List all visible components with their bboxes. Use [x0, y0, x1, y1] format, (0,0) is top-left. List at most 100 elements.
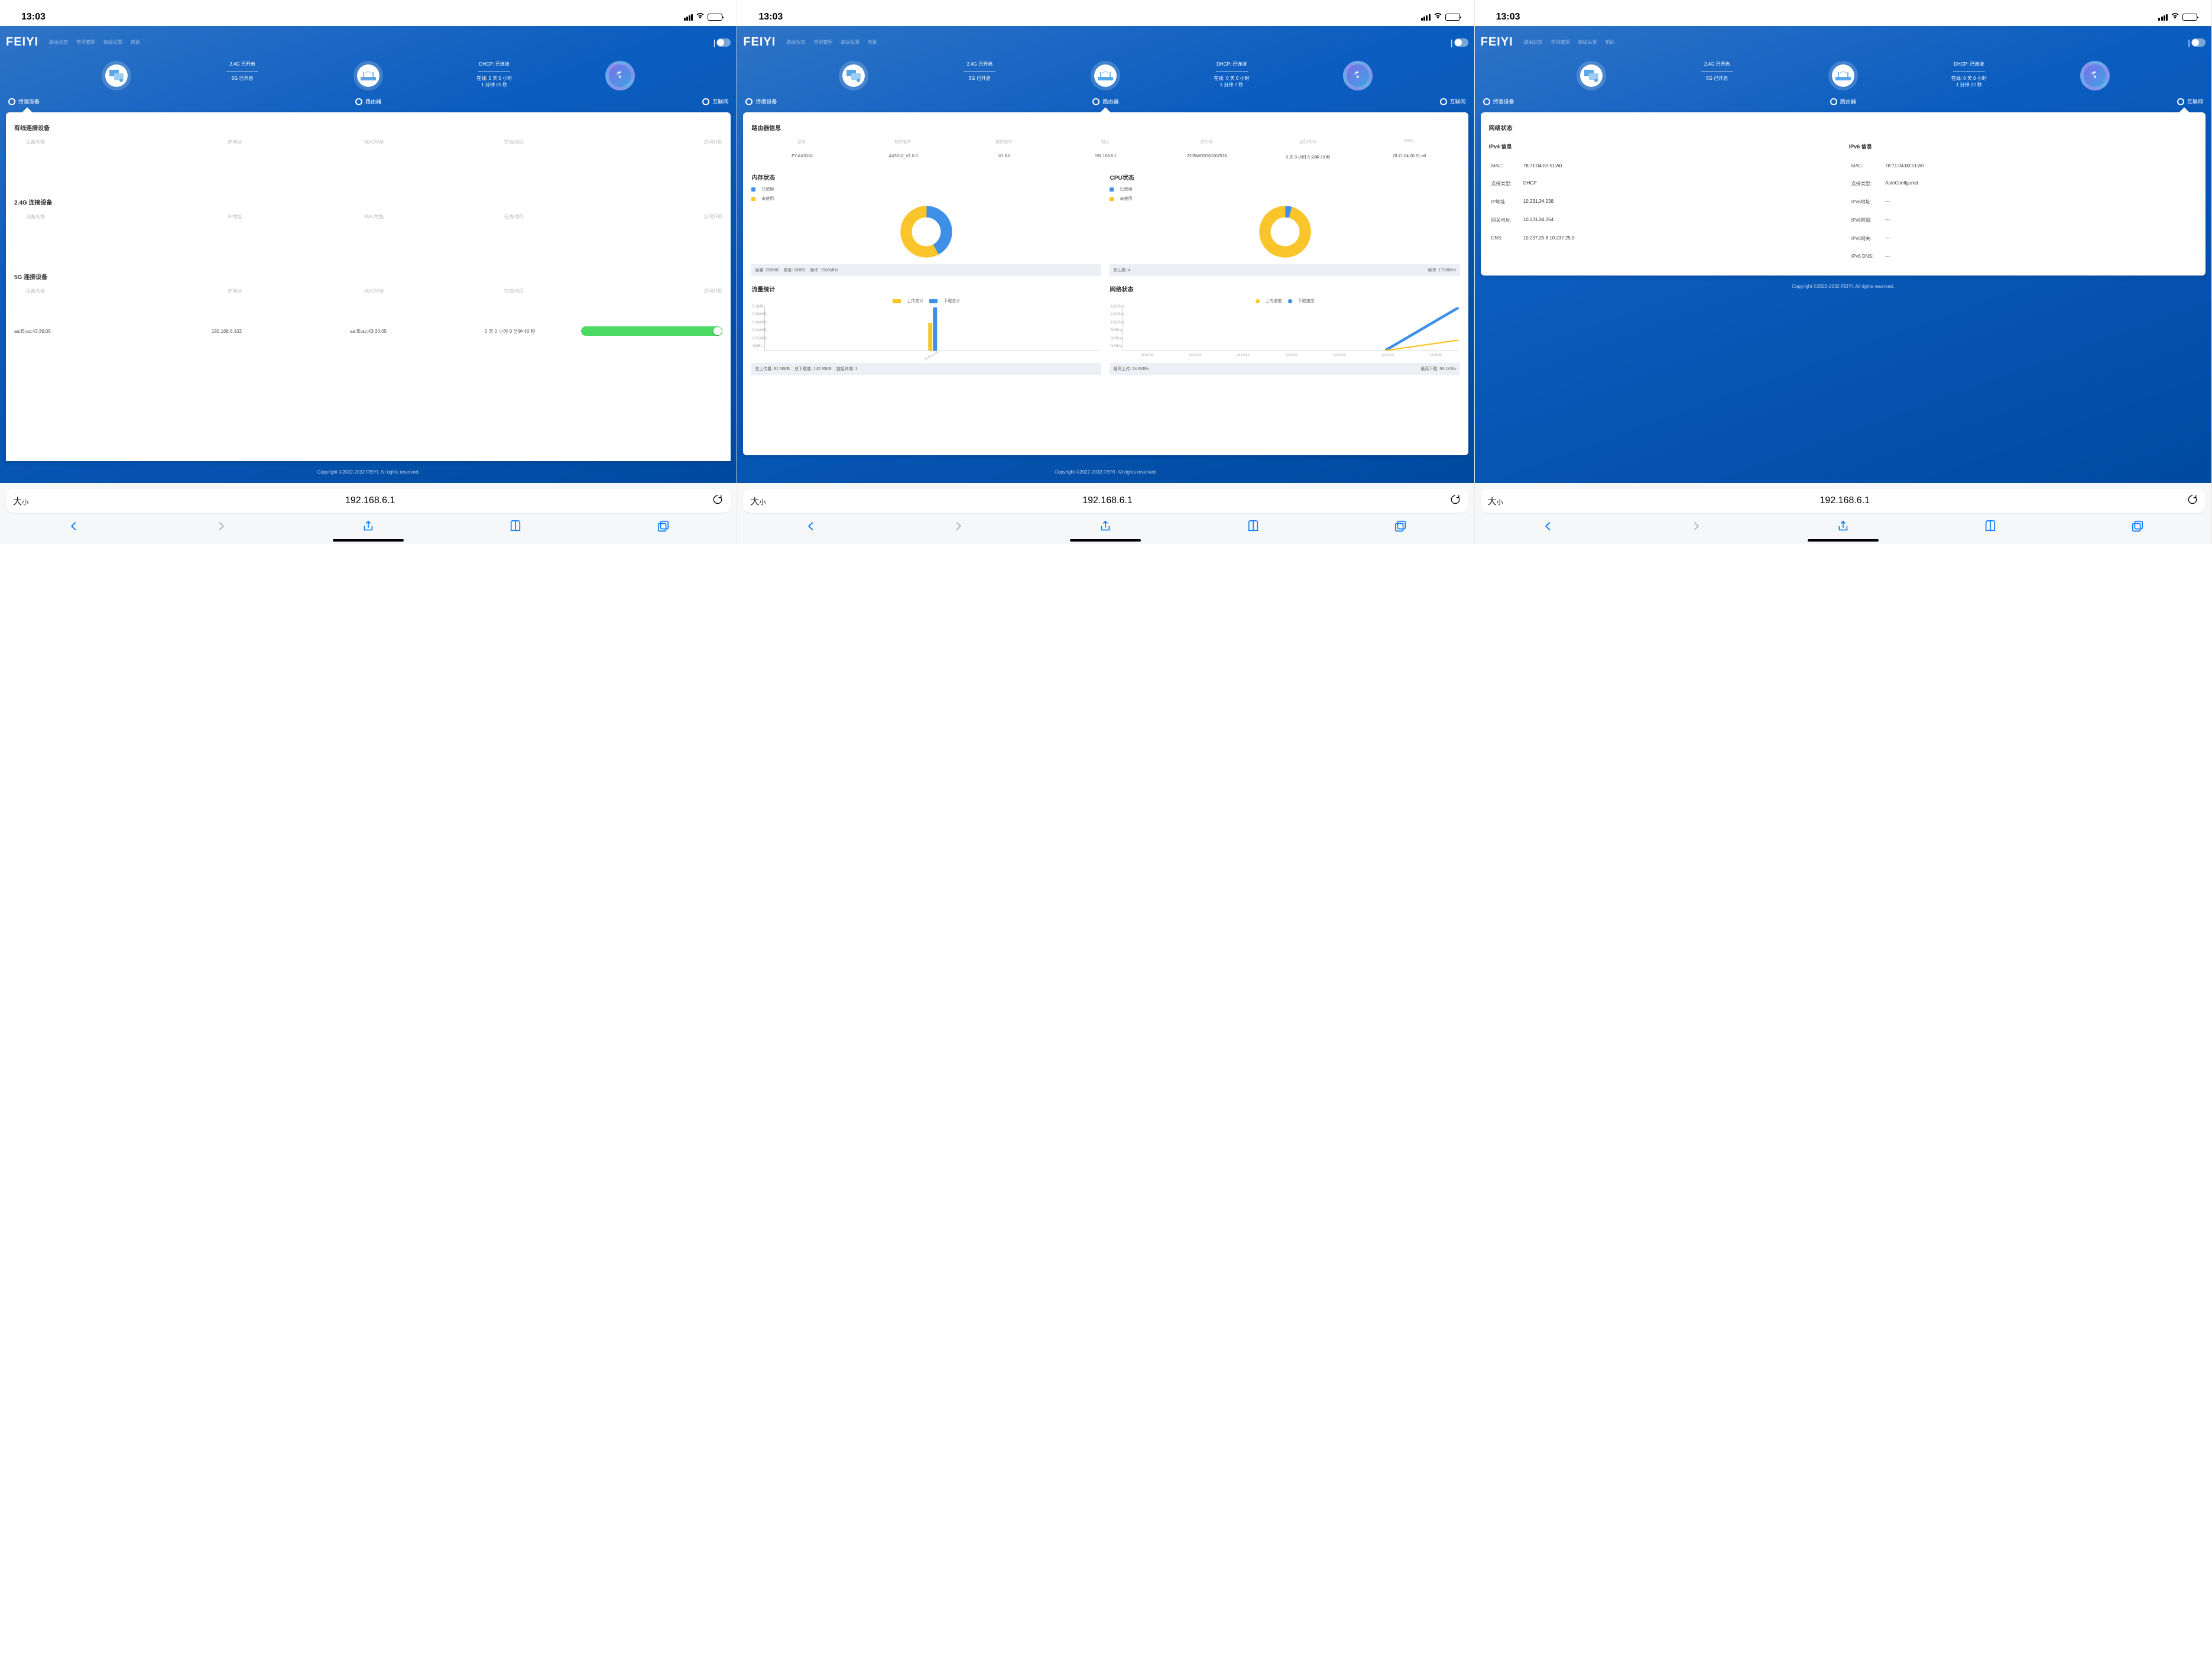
hero-row: 2.4G 已开启5G 已开启 DHCP: 已连接在线: 0 天 0 小时 1 分… — [6, 55, 731, 95]
status-time: 13:03 — [758, 12, 783, 22]
screen-router: 13:03 FEIYI路由状态常用管理高级设置帮助| 2.4G 已开启5G 已开… — [737, 0, 1474, 544]
share-icon[interactable] — [1837, 520, 1850, 536]
internet-icon[interactable] — [605, 61, 635, 90]
text-size-control[interactable]: 大小 — [1488, 495, 1503, 507]
battery-icon — [708, 14, 722, 21]
cat-router[interactable]: 路由器 — [248, 98, 488, 105]
traffic-bar-chart: 0.1(MB)0.08(MB)0.06(MB)0.04(MB)0.02(MB)0… — [764, 307, 1100, 351]
devices-icon[interactable] — [839, 61, 868, 90]
internet-access-toggle[interactable] — [581, 326, 723, 336]
theme-toggle[interactable] — [1454, 38, 1468, 47]
text-size-control[interactable]: 大小 — [13, 495, 28, 507]
router-icon[interactable] — [1091, 61, 1120, 90]
back-icon[interactable] — [67, 520, 80, 536]
cat-internet[interactable]: 互联网 — [1963, 98, 2203, 105]
category-row: 终端设备 路由器 互联网 — [6, 95, 731, 112]
bookmarks-icon[interactable] — [1247, 520, 1260, 536]
bookmarks-icon[interactable] — [509, 520, 522, 536]
tab-manage[interactable]: 常用管理 — [813, 39, 832, 46]
tabs-icon[interactable] — [2131, 520, 2144, 536]
status-bar: 13:03 — [1475, 0, 2211, 26]
ipv4-panel: IPv4 信息 MAC:78:71:04:00:51:A0 连接类型:DHCP … — [1489, 142, 1837, 265]
home-indicator[interactable] — [1070, 539, 1141, 542]
reload-icon[interactable] — [712, 494, 724, 508]
theme-toggle[interactable] — [716, 38, 731, 47]
cat-router[interactable]: 路由器 — [1723, 98, 1963, 105]
tab-status[interactable]: 路由状态 — [1524, 39, 1543, 46]
battery-icon — [2182, 14, 2197, 21]
back-icon[interactable] — [1542, 520, 1555, 536]
status-bar: 13:03 — [737, 0, 1474, 26]
cat-internet[interactable]: 互联网 — [1226, 98, 1466, 105]
app-body: FEIYI 路由状态 常用管理 高级设置 帮助 | 2.4G 已开启5G 已开启… — [0, 26, 737, 483]
back-icon[interactable] — [805, 520, 818, 536]
home-indicator[interactable] — [333, 539, 404, 542]
5g-section: 5G 连接设备 设备名称IP地址MAC地址在线时间访问外网 aa:f5:ac:4… — [14, 272, 722, 339]
brand-logo: FEIYI — [743, 35, 776, 49]
internet-icon[interactable] — [2080, 61, 2110, 90]
reload-icon[interactable] — [2187, 494, 2198, 508]
cat-devices[interactable]: 终端设备 — [1483, 98, 1723, 105]
tabs-icon[interactable] — [657, 520, 670, 536]
devices-icon[interactable] — [102, 61, 131, 90]
cat-devices[interactable]: 终端设备 — [8, 98, 248, 105]
ipv6-panel: IPv6 信息 MAC:78:71:04:00:51:A0 连接类型:AutoC… — [1849, 142, 2197, 265]
status-icons — [684, 12, 723, 22]
internet-icon[interactable] — [1343, 61, 1373, 90]
battery-icon — [1445, 14, 1460, 21]
reload-icon[interactable] — [1449, 494, 1461, 508]
cpu-panel: CPU状态 已使用 未使用 核心数: 4频率: 1700MHz — [1110, 173, 1459, 276]
tab-help[interactable]: 帮助 — [868, 39, 877, 46]
cat-router[interactable]: 路由器 — [985, 98, 1225, 105]
url-field[interactable]: 大小 192.168.6.1 — [6, 489, 731, 513]
cat-internet[interactable]: 互联网 — [488, 98, 728, 105]
tab-advanced[interactable]: 高级设置 — [103, 39, 122, 46]
text-size-control[interactable]: 大小 — [750, 495, 766, 507]
tab-status[interactable]: 路由状态 — [786, 39, 805, 46]
tab-advanced[interactable]: 高级设置 — [1578, 39, 1597, 46]
router-icon[interactable] — [1828, 61, 1858, 90]
cellular-icon — [684, 14, 693, 21]
screen-devices: 13:03 FEIYI 路由状态 常用管理 高级设置 帮助 | 2.4G 已开启… — [0, 0, 737, 544]
tab-manage[interactable]: 常用管理 — [1551, 39, 1570, 46]
router-card: 路由器信息 型号:软件版本:硬件版本:地址:序列号:运行时间:MAC: FY-A… — [743, 112, 1468, 455]
router-icon[interactable] — [353, 61, 383, 90]
wan-status: DHCP: 已连接在线: 0 天 0 小时 1 分钟 25 秒 — [476, 61, 512, 90]
24g-section: 2.4G 连接设备 设备名称IP地址MAC地址在线时间访问外网 — [14, 197, 722, 220]
wifi-icon — [1433, 12, 1443, 22]
wired-section: 有线连接设备 设备名称IP地址MAC地址在线时间访问外网 — [14, 123, 722, 145]
status-bar: 13:03 — [0, 0, 737, 26]
memory-donut-chart — [900, 205, 953, 258]
home-indicator[interactable] — [1808, 539, 1879, 542]
screen-internet: 13:03 FEIYI路由状态常用管理高级设置帮助| 2.4G 已开启5G 已开… — [1475, 0, 2212, 544]
cpu-donut-chart — [1259, 205, 1312, 258]
cat-devices[interactable]: 终端设备 — [745, 98, 985, 105]
url-field[interactable]: 大小192.168.6.1 — [1481, 489, 2205, 513]
tab-status[interactable]: 路由状态 — [49, 39, 68, 46]
status-time: 13:03 — [21, 12, 46, 22]
browser-url-bar: 大小 192.168.6.1 — [0, 483, 737, 516]
theme-toggle[interactable] — [2191, 38, 2205, 47]
bookmarks-icon[interactable] — [1984, 520, 1997, 536]
tabs-icon[interactable] — [1394, 520, 1407, 536]
brand-logo: FEIYI — [1481, 35, 1513, 49]
brand-logo: FEIYI — [6, 35, 38, 49]
tab-help[interactable]: 帮助 — [1606, 39, 1615, 46]
tab-advanced[interactable]: 高级设置 — [841, 39, 859, 46]
url-field[interactable]: 大小192.168.6.1 — [743, 489, 1468, 513]
devices-icon[interactable] — [1577, 61, 1606, 90]
nav-tabs: 路由状态 常用管理 高级设置 帮助 — [49, 39, 140, 46]
top-nav: FEIYI 路由状态 常用管理 高级设置 帮助 | — [6, 32, 731, 55]
wifi-icon — [2170, 12, 2180, 22]
cellular-icon — [1421, 14, 1431, 21]
share-icon[interactable] — [362, 520, 375, 536]
share-icon[interactable] — [1099, 520, 1112, 536]
traffic-panel: 流量统计 上传总计下载总计 0.1(MB)0.08(MB)0.06(MB)0.0… — [751, 284, 1101, 375]
netspeed-line-chart: 16(KB/s)12(KB/s)10(KB/s)5(KB/s)3(KB/s)0(… — [1123, 307, 1458, 351]
wifi-icon — [695, 12, 705, 22]
router-info-row: FY-AX3010AX3010_V1.0.0V1.0.0192.168.6.12… — [751, 151, 1459, 164]
tab-manage[interactable]: 常用管理 — [76, 39, 95, 46]
separator-icon: | — [713, 38, 716, 47]
url-text: 192.168.6.1 — [28, 495, 712, 506]
tab-help[interactable]: 帮助 — [131, 39, 140, 46]
